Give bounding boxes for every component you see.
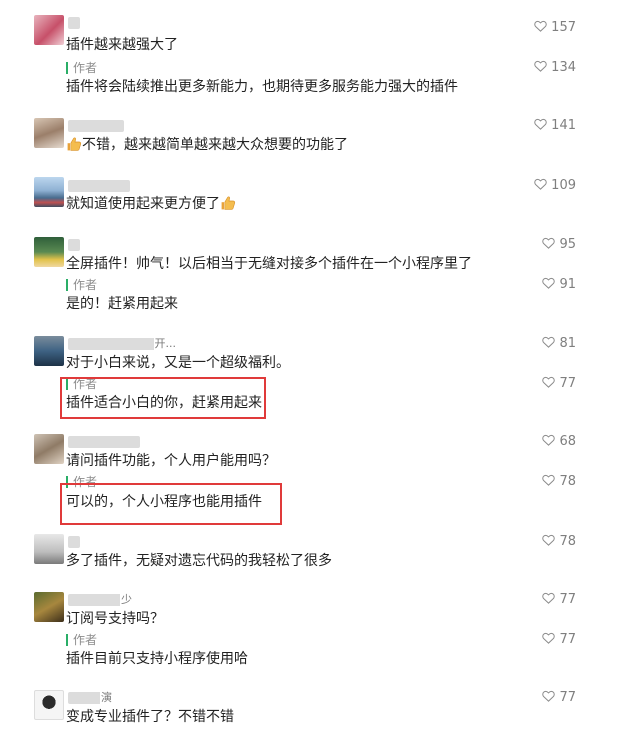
username[interactable] (68, 180, 130, 192)
like-count: 78 (559, 534, 576, 549)
like-count: 77 (559, 632, 576, 647)
avatar[interactable] (34, 177, 64, 207)
like-count: 77 (559, 690, 576, 705)
author-label: 作者 (66, 279, 97, 291)
heart-icon (534, 118, 547, 130)
username[interactable]: 演 (68, 692, 112, 704)
comment-text: 请问插件功能，个人用户能用吗？ (66, 453, 276, 469)
like-button[interactable]: 91 (542, 277, 576, 293)
comment-text: 对于小白来说，又是一个超级福利。 (66, 355, 290, 371)
comment-text: 不错，越来越简单越来越大众想要的功能了 (66, 136, 348, 154)
heart-icon (542, 376, 555, 388)
heart-icon (534, 20, 547, 32)
avatar[interactable] (34, 434, 64, 464)
heart-icon (542, 592, 555, 604)
avatar[interactable] (34, 15, 64, 45)
author-reply-text: 插件目前只支持小程序使用哈 (66, 651, 248, 667)
like-button[interactable]: 141 (534, 118, 576, 134)
like-button[interactable]: 95 (542, 237, 576, 253)
avatar[interactable] (34, 237, 64, 267)
like-count: 157 (551, 20, 576, 35)
comment-text: 订阅号支持吗？ (66, 611, 164, 627)
username-suffix: 开... (153, 337, 176, 350)
avatar[interactable] (34, 534, 64, 564)
username[interactable] (68, 17, 80, 29)
heart-icon (542, 534, 555, 546)
heart-icon (542, 474, 555, 486)
heart-icon (534, 178, 547, 190)
like-count: 91 (559, 277, 576, 292)
comment-text-body: 不错，越来越简单越来越大众想要的功能了 (82, 137, 348, 153)
like-count: 141 (551, 118, 576, 133)
like-button[interactable]: 81 (542, 336, 576, 352)
like-count: 77 (559, 376, 576, 391)
username[interactable] (68, 120, 124, 132)
avatar[interactable] (34, 336, 64, 366)
like-count: 134 (551, 60, 576, 75)
comment-text-body: 就知道使用起来更方便了 (66, 196, 220, 212)
username[interactable]: 开... (68, 338, 176, 350)
like-count: 109 (551, 178, 576, 193)
like-button[interactable]: 77 (542, 632, 576, 648)
avatar[interactable] (34, 592, 64, 622)
like-button[interactable]: 77 (542, 376, 576, 392)
heart-icon (542, 277, 555, 289)
like-count: 95 (559, 237, 576, 252)
heart-icon (542, 434, 555, 446)
username[interactable]: 少 (68, 594, 132, 606)
like-button[interactable]: 78 (542, 534, 576, 550)
heart-icon (542, 237, 555, 249)
heart-icon (542, 690, 555, 702)
username-suffix: 少 (120, 593, 132, 606)
avatar[interactable] (34, 690, 64, 720)
highlight-box (60, 377, 266, 419)
like-button[interactable]: 109 (534, 178, 576, 194)
comment-text: 插件越来越强大了 (66, 37, 178, 53)
comment-text: 就知道使用起来更方便了 (66, 195, 236, 213)
thumbs-up-icon (220, 195, 236, 211)
like-button[interactable]: 77 (542, 690, 576, 706)
heart-icon (542, 336, 555, 348)
thumbs-up-icon (66, 136, 82, 152)
username[interactable] (68, 436, 140, 448)
highlight-box (60, 483, 282, 525)
like-count: 68 (559, 434, 576, 449)
username[interactable] (68, 239, 80, 251)
heart-icon (534, 60, 547, 72)
author-label: 作者 (66, 62, 97, 74)
comment-text: 全屏插件！帅气！以后相当于无缝对接多个插件在一个小程序里了 (66, 256, 472, 272)
like-button[interactable]: 77 (542, 592, 576, 608)
author-label: 作者 (66, 634, 97, 646)
username[interactable] (68, 536, 80, 548)
avatar[interactable] (34, 118, 64, 148)
like-button[interactable]: 134 (534, 60, 576, 76)
like-count: 78 (559, 474, 576, 489)
author-reply-text: 是的！赶紧用起来 (66, 296, 178, 312)
comment-text: 多了插件，无疑对遗忘代码的我轻松了很多 (66, 553, 332, 569)
like-count: 77 (559, 592, 576, 607)
like-button[interactable]: 157 (534, 20, 576, 36)
like-count: 81 (559, 336, 576, 351)
username-suffix: 演 (100, 691, 112, 704)
author-reply-text: 插件将会陆续推出更多新能力，也期待更多服务能力强大的插件 (66, 79, 458, 95)
like-button[interactable]: 78 (542, 474, 576, 490)
like-button[interactable]: 68 (542, 434, 576, 450)
heart-icon (542, 632, 555, 644)
comment-text: 变成专业插件了？不错不错 (66, 709, 234, 725)
